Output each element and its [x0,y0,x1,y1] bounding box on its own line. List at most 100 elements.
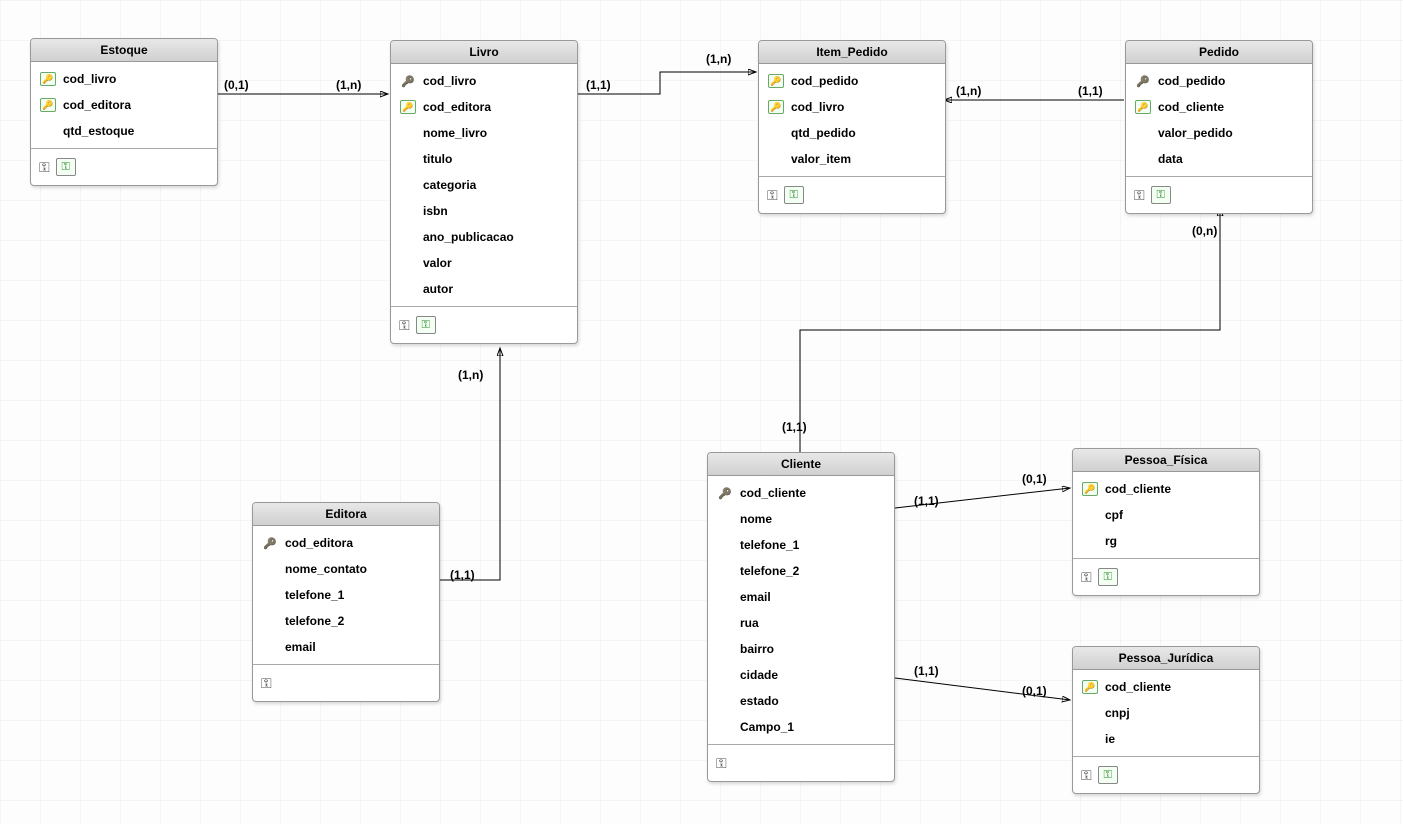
footer-cliente [708,745,894,781]
entity-pedido[interactable]: Pedido cod_pedido cod_cliente valor_pedido… [1125,40,1313,214]
attribute-name: rua [740,616,759,630]
attribute-row[interactable]: qtd_pedido [759,120,945,146]
attribute-row[interactable]: valor_item [759,146,945,172]
attribute-row[interactable]: ie [1073,726,1259,752]
attribute-row[interactable]: cnpj [1073,700,1259,726]
primary-key-icon [1136,74,1150,88]
attribute-name: cod_editora [63,98,131,112]
card-cliente-pf-right: (0,1) [1022,472,1047,486]
attribute-name: Campo_1 [740,720,794,734]
attribute-name: telefone_2 [740,564,799,578]
attribute-name: nome [740,512,772,526]
attribute-row[interactable]: Campo_1 [708,714,894,740]
card-estoque-livro-right: (1,n) [336,78,361,92]
attribute-row[interactable]: telefone_1 [253,582,439,608]
attribute-row[interactable]: cod_editora [253,530,439,556]
attribute-row[interactable]: cidade [708,662,894,688]
card-editora-livro-bottom: (1,1) [450,568,475,582]
entity-estoque[interactable]: Estoque cod_livrocod_editoraqtd_estoque [30,38,218,186]
key-icon [39,159,50,176]
card-editora-livro-top: (1,n) [458,368,483,382]
attribute-name: ano_publicacao [423,230,514,244]
attribute-row[interactable]: cod_pedido [759,68,945,94]
attribute-row[interactable]: titulo [391,146,577,172]
attribute-row[interactable]: bairro [708,636,894,662]
footer-item_pedido [759,177,945,213]
attribute-row[interactable]: cod_livro [391,68,577,94]
entity-pessoa-fisica[interactable]: Pessoa_Física cod_clientecpfrg [1072,448,1260,596]
attribute-row[interactable]: qtd_estoque [31,118,217,144]
footer-pessoa_juridica [1073,757,1259,793]
entity-title: Pedido [1126,41,1312,64]
attribute-name: nome_contato [285,562,367,576]
attribute-name: cod_editora [285,536,353,550]
attribute-name: telefone_1 [285,588,344,602]
attribute-row[interactable]: cpf [1073,502,1259,528]
attribute-row[interactable]: cod_editora [31,92,217,118]
attribute-row[interactable]: cod_pedido [1126,68,1312,94]
footer-pedido [1126,177,1312,213]
attribute-name: cod_cliente [1158,100,1224,114]
entity-cliente[interactable]: Cliente cod_clientenometelefone_1telefon… [707,452,895,782]
attribute-row[interactable]: categoria [391,172,577,198]
attribute-name: rg [1105,534,1117,548]
entity-pessoa-juridica[interactable]: Pessoa_Jurídica cod_clientecnpjie [1072,646,1260,794]
attribute-row[interactable]: telefone_2 [253,608,439,634]
attribute-name: autor [423,282,453,296]
attribute-name: email [285,640,316,654]
foreign-key-icon [40,72,56,86]
attribute-name: telefone_2 [285,614,344,628]
attribute-row[interactable]: cod_cliente [1073,674,1259,700]
entity-livro[interactable]: Livro cod_livro cod_editoranome_livrotitu… [390,40,578,344]
attribute-row[interactable]: cod_editora [391,94,577,120]
attribute-row[interactable]: isbn [391,198,577,224]
footer-editora [253,665,439,701]
attribute-row[interactable]: cod_livro [759,94,945,120]
attribute-name: cod_livro [423,74,476,88]
attribute-row[interactable]: valor_pedido [1126,120,1312,146]
attribute-row[interactable]: data [1126,146,1312,172]
card-cliente-pedido-top: (0,n) [1192,224,1217,238]
entity-item-pedido[interactable]: Item_Pedido cod_pedido cod_livroqtd_pedid… [758,40,946,214]
entity-title: Item_Pedido [759,41,945,64]
attribute-name: email [740,590,771,604]
attribute-row[interactable]: telefone_1 [708,532,894,558]
attribute-row[interactable]: rg [1073,528,1259,554]
attribute-row[interactable]: cod_cliente [1073,476,1259,502]
attribute-row[interactable]: email [708,584,894,610]
attribute-name: valor_item [791,152,851,166]
foreign-key-icon [1135,100,1151,114]
attribute-row[interactable]: autor [391,276,577,302]
attribute-row[interactable]: cod_cliente [1126,94,1312,120]
attribute-name: estado [740,694,779,708]
entity-editora[interactable]: Editora cod_editora nome_contato telefone_… [252,502,440,702]
attribute-name: cod_cliente [1105,482,1171,496]
attribute-row[interactable]: ano_publicacao [391,224,577,250]
attribute-name: cod_pedido [791,74,858,88]
attribute-row[interactable]: estado [708,688,894,714]
foreign-key-icon [768,74,784,88]
card-estoque-livro-left: (0,1) [224,78,249,92]
attribute-row[interactable]: nome_livro [391,120,577,146]
attribute-row[interactable]: email [253,634,439,660]
foreign-key-badge-icon [416,316,436,334]
attrs-cliente: cod_clientenome telefone_1 telefone_2email… [708,476,894,745]
attribute-name: isbn [423,204,448,218]
card-livro-item-left: (1,1) [586,78,611,92]
attribute-row[interactable]: rua [708,610,894,636]
attribute-row[interactable]: nome_contato [253,556,439,582]
attribute-name: cidade [740,668,778,682]
entity-title: Editora [253,503,439,526]
attrs-estoque: cod_livro cod_editora qtd_estoque [31,62,217,149]
attribute-row[interactable]: valor [391,250,577,276]
attribute-row[interactable]: cod_livro [31,66,217,92]
key-icon [261,675,272,692]
entity-title: Livro [391,41,577,64]
card-cliente-pedido-bottom: (1,1) [782,420,807,434]
attribute-row[interactable]: cod_cliente [708,480,894,506]
card-item-pedido-right: (1,1) [1078,84,1103,98]
card-cliente-pf-left: (1,1) [914,494,939,508]
attrs-item_pedido: cod_pedido cod_livroqtd_pedido valor_item [759,64,945,177]
attribute-row[interactable]: nome [708,506,894,532]
attribute-row[interactable]: telefone_2 [708,558,894,584]
